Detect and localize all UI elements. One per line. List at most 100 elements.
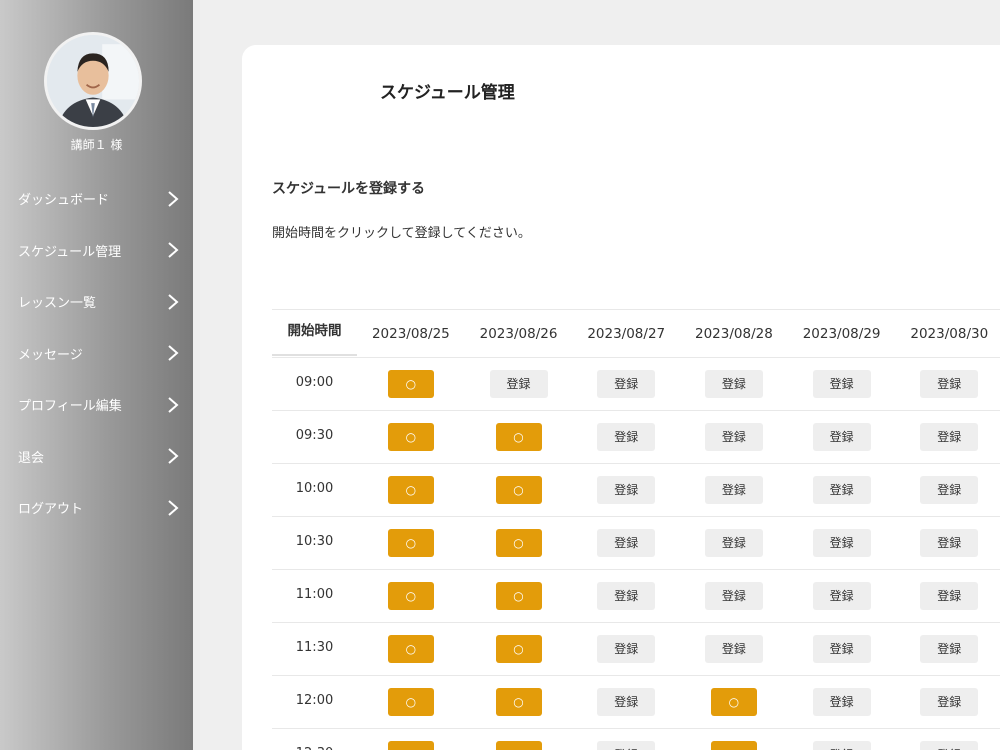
register-button[interactable]: 登録 xyxy=(920,688,979,716)
register-button[interactable]: 登録 xyxy=(812,635,871,663)
slot-cell: ○ xyxy=(357,741,465,750)
slot-cell: ○ xyxy=(465,476,573,504)
register-button[interactable]: 登録 xyxy=(920,476,979,504)
register-button[interactable]: 登録 xyxy=(704,582,763,610)
chevron-right-icon xyxy=(168,448,179,465)
registered-slot-button[interactable]: ○ xyxy=(710,688,757,716)
time-cell: 09:00 xyxy=(295,374,334,390)
table-row: 09:00 ○ 登録 登録 登録 登録 登録 xyxy=(272,357,1000,410)
slot-cell: 登録 xyxy=(572,741,680,750)
registered-slot-button[interactable]: ○ xyxy=(387,370,434,398)
register-button[interactable]: 登録 xyxy=(812,741,871,750)
registered-slot-button[interactable]: ○ xyxy=(387,635,434,663)
register-button[interactable]: 登録 xyxy=(812,688,871,716)
register-button[interactable]: 登録 xyxy=(920,370,979,398)
time-cell: 11:00 xyxy=(295,586,334,602)
register-button[interactable]: 登録 xyxy=(597,370,656,398)
time-cell: 11:30 xyxy=(295,639,334,655)
register-button[interactable]: 登録 xyxy=(812,582,871,610)
slot-cell: 登録 xyxy=(895,741,1000,750)
slot-cell: ○ xyxy=(357,370,465,398)
section-title: スケジュールを登録する xyxy=(272,181,426,197)
sidebar-item-messages[interactable]: メッセージ xyxy=(0,328,193,380)
register-button[interactable]: 登録 xyxy=(812,370,871,398)
slot-cell: 登録 xyxy=(680,582,788,610)
register-button[interactable]: 登録 xyxy=(597,741,656,750)
chevron-right-icon xyxy=(168,499,179,516)
table-row: 09:30 ○ ○ 登録 登録 登録 登録 xyxy=(272,410,1000,463)
slot-cell: 登録 xyxy=(788,635,896,663)
slot-cell: 登録 xyxy=(572,370,680,398)
register-button[interactable]: 登録 xyxy=(704,476,763,504)
slot-cell: ○ xyxy=(465,635,573,663)
page-title: スケジュール管理 xyxy=(380,83,515,103)
registered-slot-button[interactable]: ○ xyxy=(495,529,542,557)
time-column-header: 開始時間 xyxy=(272,308,357,356)
slot-cell: 登録 xyxy=(895,582,1000,610)
slot-cell: 登録 xyxy=(572,476,680,504)
registered-slot-button[interactable]: ○ xyxy=(495,688,542,716)
register-button[interactable]: 登録 xyxy=(704,635,763,663)
registered-slot-button[interactable]: ○ xyxy=(387,741,434,750)
time-cell: 12:30 xyxy=(272,746,357,750)
register-button[interactable]: 登録 xyxy=(812,529,871,557)
registered-slot-button[interactable]: ○ xyxy=(387,529,434,557)
table-row: 11:00 ○ ○ 登録 登録 登録 登録 xyxy=(272,569,1000,622)
slot-cell: 登録 xyxy=(572,529,680,557)
slot-cell: ○ xyxy=(357,529,465,557)
slot-cell: 登録 xyxy=(895,423,1000,451)
register-button[interactable]: 登録 xyxy=(597,688,656,716)
registered-slot-button[interactable]: ○ xyxy=(495,582,542,610)
registered-slot-button[interactable]: ○ xyxy=(387,688,434,716)
registered-slot-button[interactable]: ○ xyxy=(387,582,434,610)
sidebar-item-logout[interactable]: ログアウト xyxy=(0,482,193,534)
registered-slot-button[interactable]: ○ xyxy=(495,476,542,504)
register-button[interactable]: 登録 xyxy=(597,529,656,557)
slot-cell: 登録 xyxy=(680,370,788,398)
register-button[interactable]: 登録 xyxy=(704,423,763,451)
slot-cell: 登録 xyxy=(788,582,896,610)
registered-slot-button[interactable]: ○ xyxy=(495,423,542,451)
sidebar-item-dashboard[interactable]: ダッシュボード xyxy=(0,173,193,225)
register-button[interactable]: 登録 xyxy=(812,423,871,451)
date-column-header: 2023/08/30 xyxy=(910,325,989,342)
register-button[interactable]: 登録 xyxy=(597,423,656,451)
register-button[interactable]: 登録 xyxy=(597,635,656,663)
instruction-text: 開始時間をクリックして登録してください。 xyxy=(272,226,531,241)
time-cell: 10:30 xyxy=(295,533,334,549)
registered-slot-button[interactable]: ○ xyxy=(495,635,542,663)
sidebar-item-lessons[interactable]: レッスン一覧 xyxy=(0,276,193,328)
slot-cell: 登録 xyxy=(465,370,573,398)
chevron-right-icon xyxy=(168,190,179,207)
sidebar-item-withdraw[interactable]: 退会 xyxy=(0,431,193,483)
slot-cell: 登録 xyxy=(788,741,896,750)
register-button[interactable]: 登録 xyxy=(597,476,656,504)
slot-cell: 登録 xyxy=(572,582,680,610)
chevron-right-icon xyxy=(168,293,179,310)
slot-cell: ○ xyxy=(680,688,788,716)
sidebar-item-schedule[interactable]: スケジュール管理 xyxy=(0,225,193,277)
slot-cell: 登録 xyxy=(572,635,680,663)
register-button[interactable]: 登録 xyxy=(920,529,979,557)
date-column-header: 2023/08/28 xyxy=(695,325,773,342)
registered-slot-button[interactable]: ○ xyxy=(387,423,434,451)
registered-slot-button[interactable]: ○ xyxy=(387,476,434,504)
date-column-header: 2023/08/26 xyxy=(479,325,558,342)
register-button[interactable]: 登録 xyxy=(920,635,979,663)
register-button[interactable]: 登録 xyxy=(704,370,763,398)
registered-slot-button[interactable]: ○ xyxy=(495,741,542,750)
chevron-right-icon xyxy=(168,242,179,259)
register-button[interactable]: 登録 xyxy=(920,582,979,610)
register-button[interactable]: 登録 xyxy=(920,741,979,750)
slot-cell: 登録 xyxy=(788,423,896,451)
user-name: 講師１ 様 xyxy=(70,138,123,152)
register-button[interactable]: 登録 xyxy=(597,582,656,610)
register-button[interactable]: 登録 xyxy=(489,370,548,398)
register-button[interactable]: 登録 xyxy=(920,423,979,451)
slot-cell: 登録 xyxy=(788,370,896,398)
register-button[interactable]: 登録 xyxy=(704,529,763,557)
register-button[interactable]: 登録 xyxy=(812,476,871,504)
sidebar-nav: ダッシュボード スケジュール管理 レッスン一覧 メッセージ プロフィール編集 退… xyxy=(0,173,193,534)
registered-slot-button[interactable]: ○ xyxy=(710,741,757,750)
sidebar-item-profile-edit[interactable]: プロフィール編集 xyxy=(0,379,193,431)
